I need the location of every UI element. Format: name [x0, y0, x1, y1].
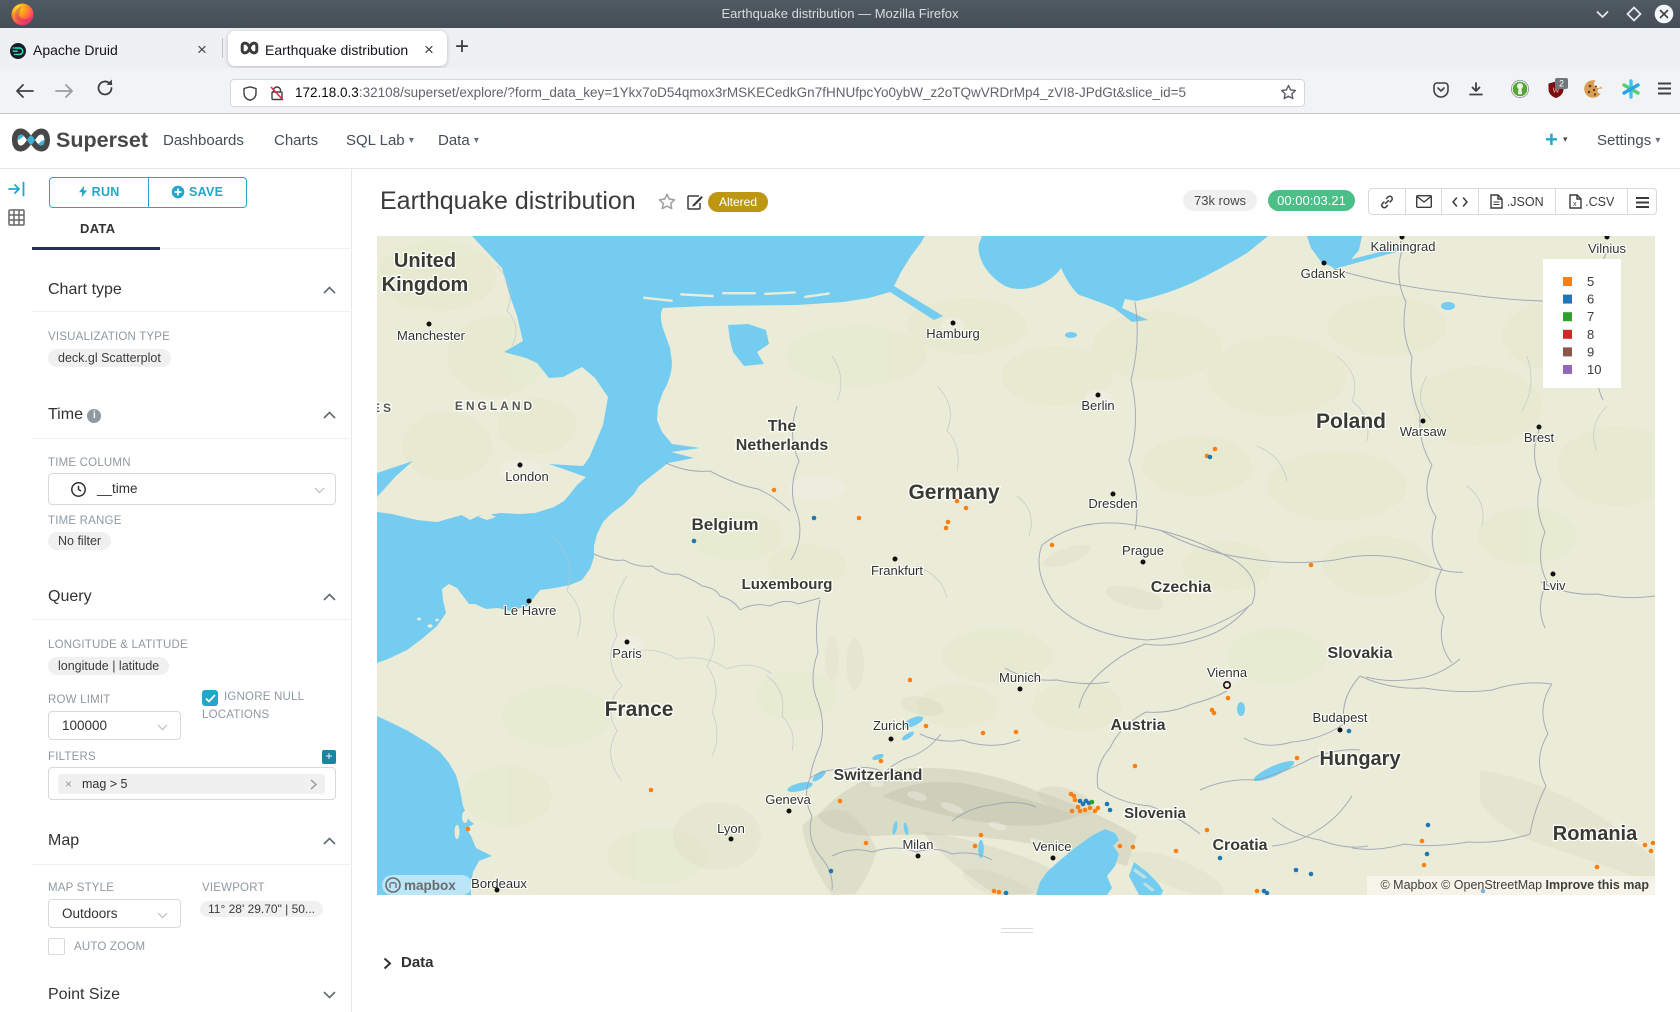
svg-text:Milan: Milan [902, 837, 933, 852]
svg-text:ENGLAND: ENGLAND [455, 399, 535, 413]
svg-text:Manchester: Manchester [397, 328, 466, 343]
svg-text:ES: ES [377, 401, 394, 415]
svg-text:9: 9 [1587, 344, 1594, 359]
svg-text:Switzerland: Switzerland [834, 767, 923, 784]
svg-text:Gdansk: Gdansk [1301, 266, 1346, 281]
svg-text:2: 2 [1559, 79, 1564, 89]
svg-text:8: 8 [1587, 327, 1594, 342]
svg-text:x: x [1573, 201, 1577, 208]
svg-text:Slovenia: Slovenia [1124, 805, 1186, 822]
svg-text:Romania: Romania [1553, 823, 1638, 845]
svg-text:London: London [505, 469, 548, 484]
svg-text:United: United [394, 250, 456, 272]
svg-text:Lyon: Lyon [717, 821, 745, 836]
svg-text:Paris: Paris [612, 646, 642, 661]
svg-text:Munich: Munich [999, 670, 1041, 685]
svg-text:Prague: Prague [1122, 543, 1164, 558]
svg-text:Le Havre: Le Havre [504, 603, 557, 618]
svg-text:6: 6 [1587, 292, 1594, 307]
svg-text:Lviv: Lviv [1542, 578, 1566, 593]
svg-text:Luxembourg: Luxembourg [742, 576, 833, 593]
svg-text:Kaliningrad: Kaliningrad [1370, 239, 1435, 254]
svg-text:Hungary: Hungary [1319, 748, 1401, 770]
svg-text:Vilnius: Vilnius [1588, 241, 1627, 256]
svg-text:Geneva: Geneva [765, 792, 811, 807]
svg-text:Austria: Austria [1110, 717, 1165, 734]
svg-text:© Mapbox © OpenStreetMap Impro: © Mapbox © OpenStreetMap Improve this ma… [1380, 878, 1649, 892]
svg-text:Hamburg: Hamburg [926, 326, 979, 341]
svg-text:10: 10 [1587, 362, 1601, 377]
svg-text:Vienna: Vienna [1207, 665, 1248, 680]
svg-text:Croatia: Croatia [1212, 837, 1267, 854]
svg-text:Berlin: Berlin [1081, 398, 1114, 413]
svg-text:Kingdom: Kingdom [382, 274, 469, 296]
svg-text:Netherlands: Netherlands [736, 437, 829, 454]
svg-text:Frankfurt: Frankfurt [871, 563, 923, 578]
svg-text:mapbox: mapbox [404, 878, 456, 893]
svg-text:Zurich: Zurich [873, 718, 909, 733]
svg-text:Warsaw: Warsaw [1400, 424, 1447, 439]
svg-text:Germany: Germany [908, 481, 999, 504]
svg-text:Czechia: Czechia [1151, 579, 1212, 596]
svg-text:7: 7 [1587, 309, 1594, 324]
svg-text:Budapest: Budapest [1313, 710, 1368, 725]
svg-text:Poland: Poland [1316, 410, 1386, 433]
svg-text:5: 5 [1587, 274, 1594, 289]
svg-text:The: The [768, 418, 797, 435]
svg-text:Belgium: Belgium [691, 515, 758, 534]
svg-text:Brest: Brest [1524, 430, 1555, 445]
svg-text:Venice: Venice [1032, 839, 1071, 854]
svg-text:France: France [605, 698, 674, 721]
svg-text:Dresden: Dresden [1088, 496, 1137, 511]
svg-text:Slovakia: Slovakia [1328, 645, 1393, 662]
svg-text:Bordeaux: Bordeaux [471, 876, 527, 891]
